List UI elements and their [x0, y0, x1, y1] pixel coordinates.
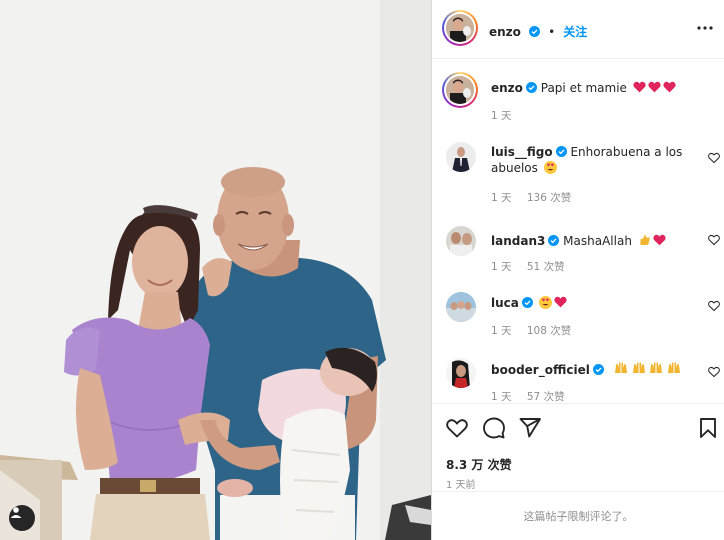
comments-list[interactable]: enzo Papi et mamie 1 天 luis__figo Enhora… [432, 60, 724, 403]
comment-time: 1 天 [491, 391, 512, 403]
comment-time: 1 天 [491, 261, 512, 273]
follow-button[interactable]: 关注 [563, 25, 587, 39]
comment-username[interactable]: luca [491, 296, 519, 310]
likes-count[interactable]: 8.3 万 次赞 [446, 456, 512, 473]
bookmark-icon[interactable] [696, 416, 720, 440]
restricted-text: 这篇帖子限制评论了。 [523, 510, 634, 523]
user-tag-icon[interactable] [9, 505, 35, 531]
more-horizontal-icon[interactable] [695, 20, 715, 36]
verified-badge-icon [592, 364, 604, 375]
comment-meta: 1 天 51 次赞 [491, 259, 577, 274]
caption-username[interactable]: enzo [491, 81, 523, 95]
header-username[interactable]: enzo [489, 25, 521, 39]
comment-likes[interactable]: 51 次赞 [527, 261, 565, 273]
comment-avatar-image [446, 292, 476, 322]
raising-hands-emoji-icon [614, 362, 627, 373]
user-tag-glyph [10, 507, 22, 518]
comment-body: luca [491, 295, 695, 311]
comment-time: 1 天 [491, 192, 512, 204]
comment-like-heart-icon[interactable] [708, 152, 720, 164]
comment-like-heart-icon[interactable] [708, 300, 720, 312]
comment-meta: 1 天 108 次赞 [491, 323, 583, 338]
photo-illustration [0, 0, 431, 540]
comment-avatar-image [446, 358, 476, 388]
raising-hands-emoji-icon [650, 362, 663, 373]
raising-hands-emoji-icon [632, 362, 645, 373]
red-heart-emoji-icon [554, 296, 567, 308]
comment-avatar-image [446, 142, 476, 172]
post-sidebar: enzo • 关注 enzo Papi et mamie 1 天 luis__f… [431, 0, 724, 540]
comments-restricted-notice: 这篇帖子限制评论了。 [432, 491, 724, 540]
post-header: enzo • 关注 [432, 0, 724, 59]
comment-like-heart-icon[interactable] [708, 234, 720, 246]
heart-outline-icon[interactable] [445, 416, 469, 440]
caption-avatar-image [446, 76, 474, 104]
post-photo[interactable] [0, 0, 431, 540]
comment-avatar[interactable] [446, 292, 476, 322]
caption-text: Papi et mamie [540, 81, 627, 95]
comment-username[interactable]: booder_officiel [491, 363, 590, 377]
comment-meta: 1 天 136 次赞 [491, 190, 583, 205]
comment-body: luis__figo Enhorabuena a los abuelos [491, 144, 695, 176]
comment-bubble-icon[interactable] [482, 416, 506, 440]
comment-like-heart-icon[interactable] [708, 366, 720, 378]
red-heart-emoji-icon [633, 81, 646, 93]
raising-hands-emoji-icon [668, 362, 681, 373]
comment-likes[interactable]: 108 次赞 [527, 325, 571, 337]
post-actions: 8.3 万 次赞 1 天前 [432, 403, 724, 491]
heart-eyes-emoji-icon [543, 161, 557, 174]
header-user-row: enzo • 关注 [489, 21, 587, 40]
comment-avatar[interactable] [446, 226, 476, 256]
author-avatar-image [446, 14, 474, 42]
verified-badge-icon [521, 297, 533, 308]
verified-badge-icon [548, 235, 560, 246]
comment-avatar[interactable] [446, 358, 476, 388]
comment-body: booder_officiel [491, 361, 695, 378]
caption-meta: 1 天 [491, 108, 524, 123]
caption-avatar[interactable] [442, 72, 478, 108]
comment-meta: 1 天 57 次赞 [491, 389, 577, 403]
comment-body: landan3 MashaAllah [491, 233, 695, 249]
caption-body: enzo Papi et mamie [491, 80, 695, 96]
comment-avatar[interactable] [446, 142, 476, 172]
red-heart-emoji-icon [653, 234, 666, 246]
header-separator: • [548, 25, 556, 39]
comment-avatar-image [446, 226, 476, 256]
comment-username[interactable]: luis__figo [491, 145, 553, 159]
instagram-post: enzo • 关注 enzo Papi et mamie 1 天 luis__f… [0, 0, 724, 540]
raising-hands-emojis [614, 362, 681, 377]
verified-badge-icon [555, 146, 567, 157]
red-heart-emoji-icon [648, 81, 661, 93]
author-avatar[interactable] [442, 10, 478, 46]
comment-text: MashaAllah [563, 234, 632, 248]
comment-time: 1 天 [491, 325, 512, 337]
post-time-ago[interactable]: 1 天前 [446, 476, 476, 491]
verified-badge-icon [525, 82, 537, 93]
comment-likes[interactable]: 136 次赞 [527, 192, 571, 204]
heart-eyes-emoji-icon [538, 296, 552, 309]
verified-badge-icon [529, 26, 541, 37]
comment-username[interactable]: landan3 [491, 234, 545, 248]
comment-likes[interactable]: 57 次赞 [527, 391, 565, 403]
caption-time: 1 天 [491, 110, 512, 122]
thumbs-up-emoji-icon [640, 235, 650, 245]
paper-plane-icon[interactable] [518, 416, 542, 440]
red-heart-emoji-icon [663, 81, 676, 93]
